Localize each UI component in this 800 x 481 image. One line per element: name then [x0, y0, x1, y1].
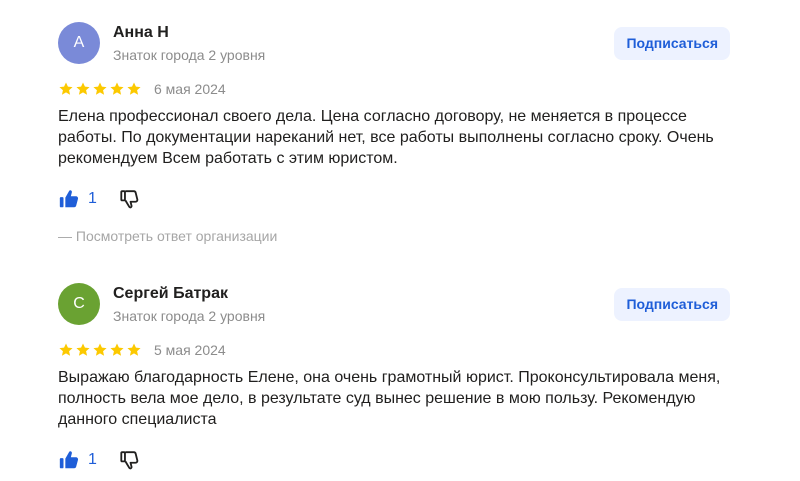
like-count: 1 — [88, 451, 97, 468]
reviews-page: А Анна Н Знаток города 2 уровня Подписат… — [0, 0, 800, 481]
review-reactions: 1 — [58, 187, 730, 211]
review-header: С Сергей Батрак Знаток города 2 уровня П… — [58, 283, 730, 331]
review-date: 6 мая 2024 — [154, 81, 226, 97]
subscribe-button[interactable]: Подписаться — [614, 27, 730, 60]
star-icon — [127, 82, 141, 95]
avatar[interactable]: А — [58, 22, 100, 64]
star-icon — [93, 343, 107, 356]
dislike-button[interactable] — [119, 188, 141, 210]
review-header: А Анна Н Знаток города 2 уровня Подписат… — [58, 22, 730, 70]
star-icon — [76, 343, 90, 356]
review-card: С Сергей Батрак Знаток города 2 уровня П… — [58, 283, 730, 472]
rating-stars — [58, 81, 142, 97]
review-meta: 6 мая 2024 — [58, 80, 730, 98]
thumbs-down-icon — [120, 451, 139, 470]
author-level: Знаток города 2 уровня — [113, 47, 266, 63]
star-icon — [93, 82, 107, 95]
author-name[interactable]: Анна Н — [113, 24, 169, 42]
dislike-button[interactable] — [119, 449, 141, 471]
rating-stars — [58, 342, 142, 358]
review-reactions: 1 — [58, 448, 730, 472]
star-icon — [59, 343, 73, 356]
like-button[interactable]: 1 — [58, 188, 97, 210]
author-name[interactable]: Сергей Батрак — [113, 285, 228, 303]
review-meta: 5 мая 2024 — [58, 341, 730, 359]
review-text: Выражаю благодарность Елене, она очень г… — [58, 369, 721, 428]
star-icon — [110, 82, 124, 95]
view-org-answer-link[interactable]: — Посмотреть ответ организации — [58, 228, 730, 244]
subscribe-button[interactable]: Подписаться — [614, 288, 730, 321]
star-icon — [127, 343, 141, 356]
star-icon — [59, 82, 73, 95]
star-icon — [76, 82, 90, 95]
avatar[interactable]: С — [58, 283, 100, 325]
star-icon — [110, 343, 124, 356]
author-level: Знаток города 2 уровня — [113, 308, 266, 324]
review-text: Елена профессионал своего дела. Цена сог… — [58, 108, 714, 167]
thumbs-up-icon — [59, 190, 79, 208]
thumbs-up-icon — [59, 451, 79, 469]
like-count: 1 — [88, 190, 97, 207]
thumbs-down-icon — [120, 190, 139, 209]
like-button[interactable]: 1 — [58, 449, 97, 471]
review-date: 5 мая 2024 — [154, 342, 226, 358]
review-card: А Анна Н Знаток города 2 уровня Подписат… — [58, 22, 730, 244]
